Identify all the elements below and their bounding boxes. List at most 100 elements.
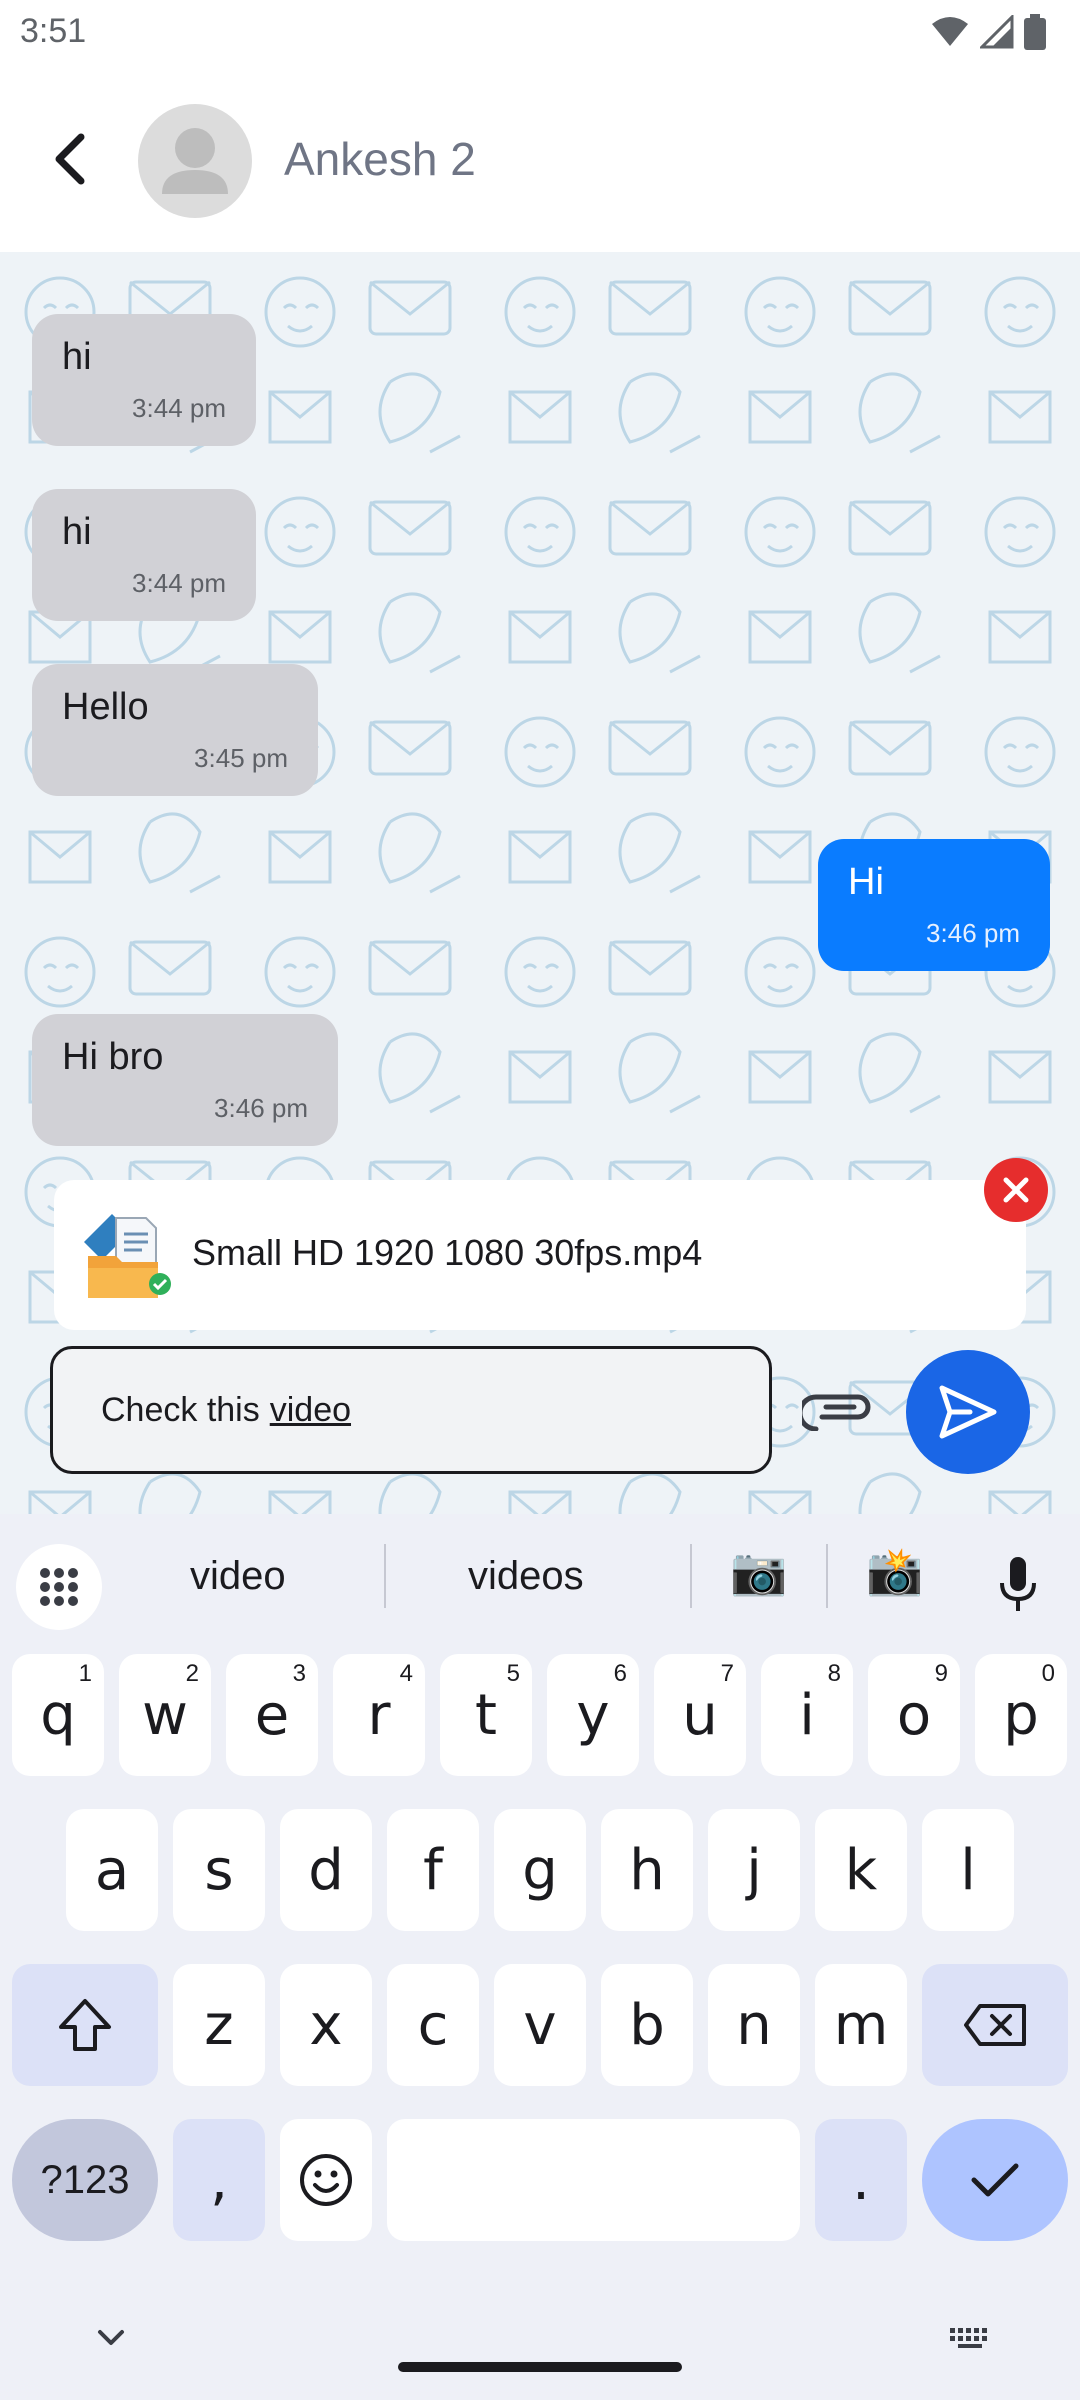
- backspace-key[interactable]: [922, 1964, 1068, 2086]
- message-text: hi: [62, 511, 92, 553]
- attachment-file-name: Small HD 1920 1080 30fps.mp4: [192, 1232, 703, 1273]
- symbols-key[interactable]: ?123: [12, 2119, 158, 2241]
- key-q[interactable]: q1: [12, 1654, 104, 1776]
- key-e[interactable]: e3: [226, 1654, 318, 1776]
- remove-attachment-button[interactable]: [984, 1158, 1048, 1222]
- suggestion-word[interactable]: video: [190, 1554, 286, 1599]
- key-label: p: [1003, 1682, 1039, 1748]
- key-label: r: [367, 1682, 391, 1748]
- close-icon: [1003, 1177, 1029, 1203]
- status-time: 3:51: [20, 12, 87, 50]
- person-icon: [162, 128, 228, 194]
- message-bubble-outgoing[interactable]: Hi 3:46 pm: [818, 839, 1050, 971]
- chat-header: Ankesh 2: [0, 66, 1080, 252]
- back-button[interactable]: [34, 124, 104, 194]
- key-label: u: [682, 1682, 718, 1748]
- emoji-key[interactable]: [280, 2119, 372, 2241]
- suggestion-divider: [384, 1544, 386, 1608]
- attach-button[interactable]: [798, 1376, 878, 1446]
- key-g[interactable]: g: [494, 1809, 586, 1931]
- key-p[interactable]: p0: [975, 1654, 1067, 1776]
- key-b[interactable]: b: [601, 1964, 693, 2086]
- message-time: 3:46 pm: [214, 1093, 308, 1123]
- navigation-bar: [0, 2300, 1080, 2400]
- key-hint: 4: [399, 1660, 413, 1687]
- key-label: e: [254, 1682, 290, 1748]
- key-m[interactable]: m: [815, 1964, 907, 2086]
- signal-icon: [980, 15, 1014, 49]
- suggestion-divider: [826, 1544, 828, 1608]
- attachment-preview[interactable]: Small HD 1920 1080 30fps.mp4: [54, 1180, 1026, 1330]
- message-text: Hi bro: [62, 1036, 164, 1078]
- file-icon: [84, 1214, 171, 1298]
- keyboard-apps-button[interactable]: [16, 1544, 102, 1630]
- avatar[interactable]: [138, 104, 252, 218]
- key-u[interactable]: u7: [654, 1654, 746, 1776]
- key-i[interactable]: i8: [761, 1654, 853, 1776]
- message-bubble-incoming[interactable]: hi 3:44 pm: [32, 314, 256, 446]
- backspace-icon: [964, 2004, 1026, 2046]
- key-a[interactable]: a: [66, 1809, 158, 1931]
- message-time: 3:46 pm: [926, 918, 1020, 948]
- battery-icon: [1024, 14, 1046, 50]
- key-x[interactable]: x: [280, 1964, 372, 2086]
- key-k[interactable]: k: [815, 1809, 907, 1931]
- key-hint: 0: [1041, 1660, 1055, 1687]
- period-key[interactable]: .: [815, 2119, 907, 2241]
- comma-key[interactable]: ,: [173, 2119, 265, 2241]
- shift-key[interactable]: [12, 1964, 158, 2086]
- emoji-suggestion[interactable]: 📸: [866, 1544, 923, 1599]
- key-w[interactable]: w2: [119, 1654, 211, 1776]
- key-d[interactable]: d: [280, 1809, 372, 1931]
- message-bubble-incoming[interactable]: Hi bro 3:46 pm: [32, 1014, 338, 1146]
- composing-word: video: [269, 1390, 352, 1429]
- key-hint: 7: [720, 1660, 734, 1687]
- key-l[interactable]: l: [922, 1809, 1014, 1931]
- key-label: q: [40, 1682, 76, 1748]
- suggestion-divider: [690, 1544, 692, 1608]
- message-time: 3:44 pm: [132, 393, 226, 423]
- key-s[interactable]: s: [173, 1809, 265, 1931]
- key-h[interactable]: h: [601, 1809, 693, 1931]
- chevron-down-icon: [98, 2330, 124, 2345]
- space-key[interactable]: [387, 2119, 800, 2241]
- key-f[interactable]: f: [387, 1809, 479, 1931]
- message-input[interactable]: Check this video: [50, 1346, 772, 1474]
- key-hint: 2: [185, 1660, 199, 1687]
- key-hint: 3: [292, 1660, 306, 1687]
- hide-keyboard-button[interactable]: [86, 2318, 136, 2358]
- key-j[interactable]: j: [708, 1809, 800, 1931]
- key-n[interactable]: n: [708, 1964, 800, 2086]
- key-c[interactable]: c: [387, 1964, 479, 2086]
- key-hint: 1: [78, 1660, 92, 1687]
- key-hint: 5: [506, 1660, 520, 1687]
- key-label: w: [142, 1682, 188, 1748]
- key-label: o: [896, 1682, 932, 1748]
- key-t[interactable]: t5: [440, 1654, 532, 1776]
- key-r[interactable]: r4: [333, 1654, 425, 1776]
- send-icon: [939, 1385, 997, 1439]
- key-z[interactable]: z: [173, 1964, 265, 2086]
- message-text: Hi: [848, 861, 884, 903]
- contact-name[interactable]: Ankesh 2: [284, 132, 476, 186]
- keyboard: video videos 📷 📸 q1 w2 e3 r4 t5 y6 u7 i8…: [0, 1514, 1080, 2400]
- suggestion-strip: video videos 📷 📸: [0, 1514, 1080, 1632]
- message-time: 3:45 pm: [194, 743, 288, 773]
- shift-icon: [59, 1999, 111, 2051]
- suggestion-word[interactable]: videos: [468, 1554, 584, 1599]
- key-y[interactable]: y6: [547, 1654, 639, 1776]
- home-gesture-handle[interactable]: [398, 2362, 682, 2372]
- message-bubble-incoming[interactable]: Hello 3:45 pm: [32, 664, 318, 796]
- emoji-suggestion[interactable]: 📷: [730, 1544, 787, 1599]
- key-label: t: [475, 1682, 497, 1748]
- message-input-text: Check this: [101, 1390, 260, 1429]
- key-o[interactable]: o9: [868, 1654, 960, 1776]
- apps-grid-icon: [40, 1568, 78, 1606]
- status-bar: 3:51: [0, 0, 1080, 66]
- keyboard-switch-button[interactable]: [942, 2318, 998, 2358]
- send-button[interactable]: [906, 1350, 1030, 1474]
- key-v[interactable]: v: [494, 1964, 586, 2086]
- enter-key[interactable]: [922, 2119, 1068, 2241]
- message-bubble-incoming[interactable]: hi 3:44 pm: [32, 489, 256, 621]
- voice-input-button[interactable]: [990, 1550, 1046, 1620]
